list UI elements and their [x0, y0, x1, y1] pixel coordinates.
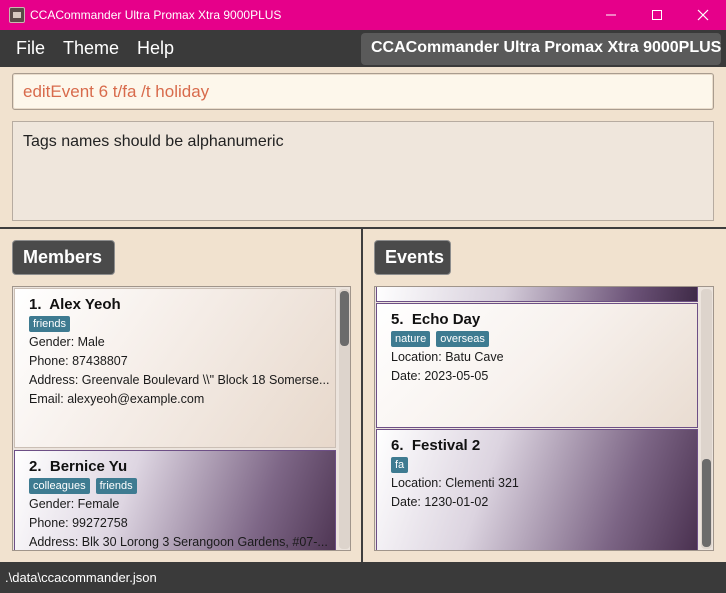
- event-name-text: Echo Day: [411, 311, 481, 328]
- close-icon: [697, 9, 709, 21]
- status-bar: .\data\ccacommander.json: [0, 562, 726, 593]
- command-input[interactable]: editEvent 6 t/fa /t holiday: [23, 82, 209, 102]
- member-tags: colleagues friends: [29, 478, 137, 494]
- event-list[interactable]: 5. Echo Day nature overseas Location: Ba…: [374, 286, 714, 551]
- member-list-scroll-thumb[interactable]: [340, 291, 349, 346]
- command-box[interactable]: editEvent 6 t/fa /t holiday: [12, 73, 714, 110]
- minimize-button[interactable]: [588, 0, 634, 30]
- result-message: Tags names should be alphanumeric: [23, 133, 284, 150]
- member-card[interactable]: 2. Bernice Yu colleagues friends Gender:…: [14, 450, 336, 550]
- event-index: 6.: [391, 437, 404, 454]
- member-name: 1. Alex Yeoh: [29, 296, 121, 313]
- window-title: CCACommander Ultra Promax Xtra 9000PLUS: [30, 8, 282, 22]
- event-tags: nature overseas: [391, 331, 489, 347]
- member-card[interactable]: 1. Alex Yeoh friends Gender: Male Phone:…: [14, 288, 336, 448]
- event-card[interactable]: 6. Festival 2 fa Location: Clementi 321 …: [376, 429, 698, 550]
- tag: overseas: [436, 331, 489, 347]
- member-name-text: Alex Yeoh: [49, 296, 121, 313]
- maximize-icon: [652, 10, 662, 20]
- horizontal-divider[interactable]: [0, 227, 726, 229]
- vertical-divider[interactable]: [361, 229, 363, 562]
- member-gender: Gender: Female: [29, 497, 120, 511]
- event-date: Date: 2023-05-05: [391, 369, 489, 383]
- title-bar: CCACommander Ultra Promax Xtra 9000PLUS: [0, 0, 726, 30]
- tag: fa: [391, 457, 409, 473]
- app-icon: [9, 7, 25, 23]
- save-file-path: .\data\ccacommander.json: [5, 570, 157, 585]
- event-list-scroll-thumb[interactable]: [702, 459, 711, 547]
- member-name: 2. Bernice Yu: [29, 458, 127, 475]
- member-tags: friends: [29, 316, 71, 332]
- event-tags: fa: [391, 457, 409, 473]
- menu-file[interactable]: File: [16, 38, 45, 59]
- member-address: Address: Blk 30 Lorong 3 Serangoon Garde…: [29, 535, 328, 549]
- member-gender: Gender: Male: [29, 335, 105, 349]
- event-list-scrollbar[interactable]: [701, 289, 712, 549]
- tag: friends: [95, 478, 137, 494]
- event-location: Location: Batu Cave: [391, 350, 504, 364]
- event-card-partial[interactable]: [376, 287, 698, 302]
- event-name-text: Festival 2: [411, 437, 481, 454]
- event-date: Date: 1230-01-02: [391, 495, 489, 509]
- events-header: Events: [374, 240, 451, 275]
- app-name-banner: CCACommander Ultra Promax Xtra 9000PLUS: [361, 33, 721, 65]
- member-index: 2.: [29, 458, 42, 475]
- maximize-button[interactable]: [634, 0, 680, 30]
- member-list[interactable]: 1. Alex Yeoh friends Gender: Male Phone:…: [12, 286, 351, 551]
- member-address: Address: Greenvale Boulevard \\" Block 1…: [29, 373, 330, 387]
- result-display: Tags names should be alphanumeric: [12, 121, 714, 221]
- member-list-scrollbar[interactable]: [339, 289, 350, 549]
- member-name-text: Bernice Yu: [49, 458, 128, 475]
- event-name: 6. Festival 2: [391, 437, 480, 454]
- member-phone: Phone: 87438807: [29, 354, 128, 368]
- event-card[interactable]: 5. Echo Day nature overseas Location: Ba…: [376, 303, 698, 428]
- tag: colleagues: [29, 478, 90, 494]
- event-name: 5. Echo Day: [391, 311, 480, 328]
- member-email: Email: alexyeoh@example.com: [29, 392, 205, 406]
- tag: nature: [391, 331, 431, 347]
- member-phone: Phone: 99272758: [29, 516, 128, 530]
- tag: friends: [29, 316, 71, 332]
- member-index: 1.: [29, 296, 42, 313]
- menu-help[interactable]: Help: [137, 38, 174, 59]
- minimize-icon: [606, 14, 616, 16]
- members-header: Members: [12, 240, 115, 275]
- event-location: Location: Clementi 321: [391, 476, 519, 490]
- event-index: 5.: [391, 311, 404, 328]
- close-button[interactable]: [680, 0, 726, 30]
- menu-theme[interactable]: Theme: [63, 38, 119, 59]
